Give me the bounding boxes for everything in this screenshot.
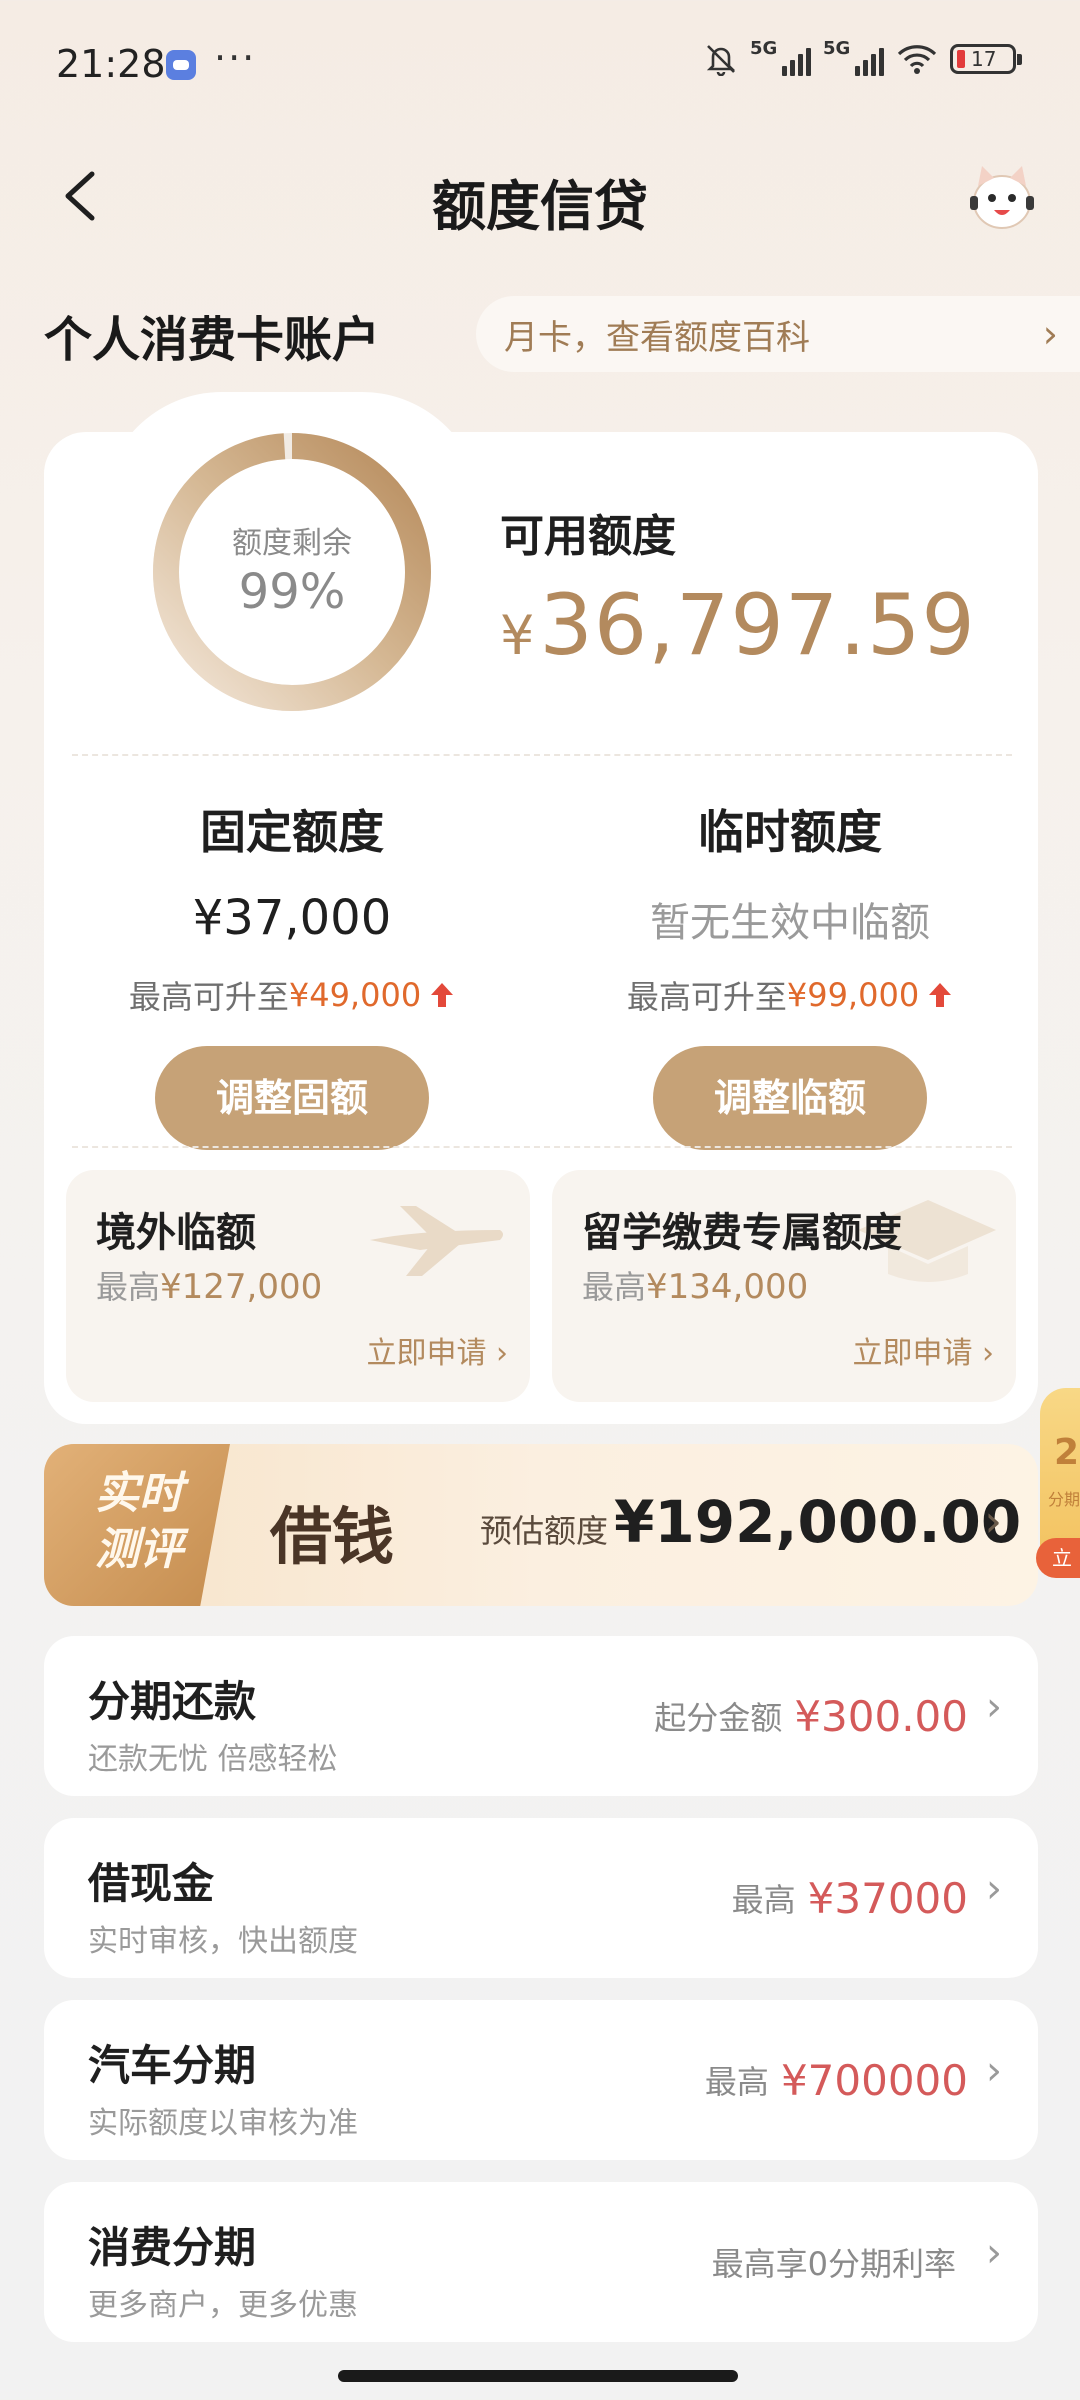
borrow-title: 借钱 [270, 1500, 395, 1573]
arrow-up-icon [431, 983, 454, 1007]
list-item-value: 最高享0分期利率 [711, 2245, 956, 2283]
notice-text: 月卡，查看额度百科 [504, 317, 810, 358]
chevron-right-icon: › [986, 1866, 1002, 1912]
list-item-installment-repayment[interactable]: 分期还款 还款无忧 倍感轻松 起分金额 ¥300.00 › [44, 1636, 1038, 1796]
status-time: 21:28 [56, 42, 166, 86]
adjust-temporary-button[interactable]: 调整临额 [653, 1046, 927, 1150]
temporary-quota-max: 最高可升至 ¥99,000 [550, 972, 1030, 1018]
more-notifications-icon: ··· [214, 36, 257, 80]
temporary-quota-status: 暂无生效中临额 [650, 900, 930, 946]
chevron-right-icon: › [1042, 312, 1058, 356]
page-title: 额度信贷 [432, 175, 648, 238]
airplane-icon [370, 1206, 503, 1276]
chevron-right-icon: › [984, 1496, 1002, 1547]
home-indicator[interactable] [338, 2370, 738, 2382]
ring-label: 额度剩余 [232, 526, 352, 561]
available-amount-value: 36,797.59 [539, 576, 976, 674]
account-title: 个人消费卡账户 [44, 312, 381, 368]
list-item-value: 起分金额 ¥300.00 [654, 1691, 968, 1741]
mute-bell-icon [706, 45, 736, 76]
overseas-apply-link[interactable]: 立即申请 › [366, 1328, 508, 1372]
floating-promo-button[interactable]: 立 [1036, 1538, 1080, 1578]
wifi-icon [897, 45, 937, 74]
study-abroad-quota-card[interactable]: 留学缴费专属额度 最高¥134,000 立即申请 › [552, 1170, 1016, 1402]
list-item-car-installment[interactable]: 汽车分期 实际额度以审核为准 最高 ¥700000 › [44, 2000, 1038, 2160]
list-item-subtitle: 实时审核，快出额度 [88, 1924, 358, 1959]
study-abroad-apply-link[interactable]: 立即申请 › [852, 1328, 994, 1372]
fixed-quota-amount: ¥37,000 [192, 890, 392, 946]
available-credit-amount: ¥36,797.59 [500, 576, 976, 674]
fixed-quota-title: 固定额度 [200, 805, 384, 859]
status-bar: 21:28 ··· 5G 5G 17 [0, 0, 1080, 130]
list-item-cash-loan[interactable]: 借现金 实时审核，快出额度 最高 ¥37000 › [44, 1818, 1038, 1978]
arrow-up-icon [929, 983, 952, 1007]
remaining-quota-ring: 额度剩余 99% [152, 432, 432, 712]
divider [72, 754, 1012, 756]
max-up-label: 最高可升至 [626, 978, 787, 1016]
borrow-money-banner[interactable]: 实时测评 借钱 预估额度 ¥192,000.00 › [44, 1444, 1038, 1606]
list-item-title: 分期还款 [88, 1677, 257, 1726]
chevron-right-icon: › [986, 2048, 1002, 2094]
list-item-subtitle: 实际额度以审核为准 [88, 2106, 358, 2141]
list-item-title: 消费分期 [88, 2223, 257, 2272]
max-up-value: ¥49,000 [288, 976, 422, 1014]
battery-icon: 17 [950, 44, 1022, 74]
overseas-quota-title: 境外临额 [96, 1210, 256, 1256]
credit-encyclopedia-notice[interactable]: 月卡，查看额度百科 › [476, 296, 1080, 372]
max-up-value: ¥99,000 [786, 976, 920, 1014]
customer-service-mascot-icon[interactable] [964, 160, 1040, 236]
study-abroad-quota-title: 留学缴费专属额度 [582, 1210, 902, 1256]
list-item-value: 最高 ¥37000 [731, 1873, 968, 1923]
available-credit-label: 可用额度 [500, 511, 676, 562]
list-item-subtitle: 还款无忧 倍感轻松 [88, 1742, 338, 1777]
chevron-right-icon: › [986, 1684, 1002, 1730]
signal-1-icon: 5G [750, 38, 811, 76]
realtime-evaluation-text: 实时测评 [95, 1468, 183, 1575]
status-icons: 5G 5G 17 [704, 38, 1022, 76]
currency-symbol: ¥ [500, 604, 536, 667]
message-app-icon [166, 50, 196, 80]
list-item-title: 借现金 [88, 1859, 215, 1908]
estimated-quota-value: ¥192,000.00 [614, 1488, 1022, 1556]
overseas-quota-max: 最高¥127,000 [96, 1267, 323, 1307]
list-item-title: 汽车分期 [88, 2041, 257, 2090]
ring-percent: 99% [238, 564, 346, 620]
fixed-quota-section: 固定额度 ¥37,000 最高可升至 ¥49,000 调整固额 [52, 796, 532, 1150]
list-item-subtitle: 更多商户，更多优惠 [88, 2288, 358, 2323]
overseas-quota-card[interactable]: 境外临额 最高¥127,000 立即申请 › [66, 1170, 530, 1402]
chevron-right-icon: › [986, 2230, 1002, 2276]
max-up-label: 最高可升至 [128, 978, 289, 1016]
study-abroad-quota-max: 最高¥134,000 [582, 1267, 809, 1307]
list-item-consumer-installment[interactable]: 消费分期 更多商户，更多优惠 最高享0分期利率 › [44, 2182, 1038, 2342]
adjust-fixed-button[interactable]: 调整固额 [155, 1046, 429, 1150]
temporary-quota-section: 临时额度 暂无生效中临额 最高可升至 ¥99,000 调整临额 [550, 796, 1030, 1150]
estimated-quota-label: 预估额度 [480, 1512, 609, 1550]
divider [72, 1146, 1012, 1148]
nav-bar: 额度信贷 [0, 140, 1080, 250]
temporary-quota-title: 临时额度 [698, 805, 882, 859]
signal-2-icon: 5G [823, 38, 884, 76]
list-item-value: 最高 ¥700000 [704, 2055, 968, 2105]
fixed-quota-max: 最高可升至 ¥49,000 [52, 972, 532, 1018]
